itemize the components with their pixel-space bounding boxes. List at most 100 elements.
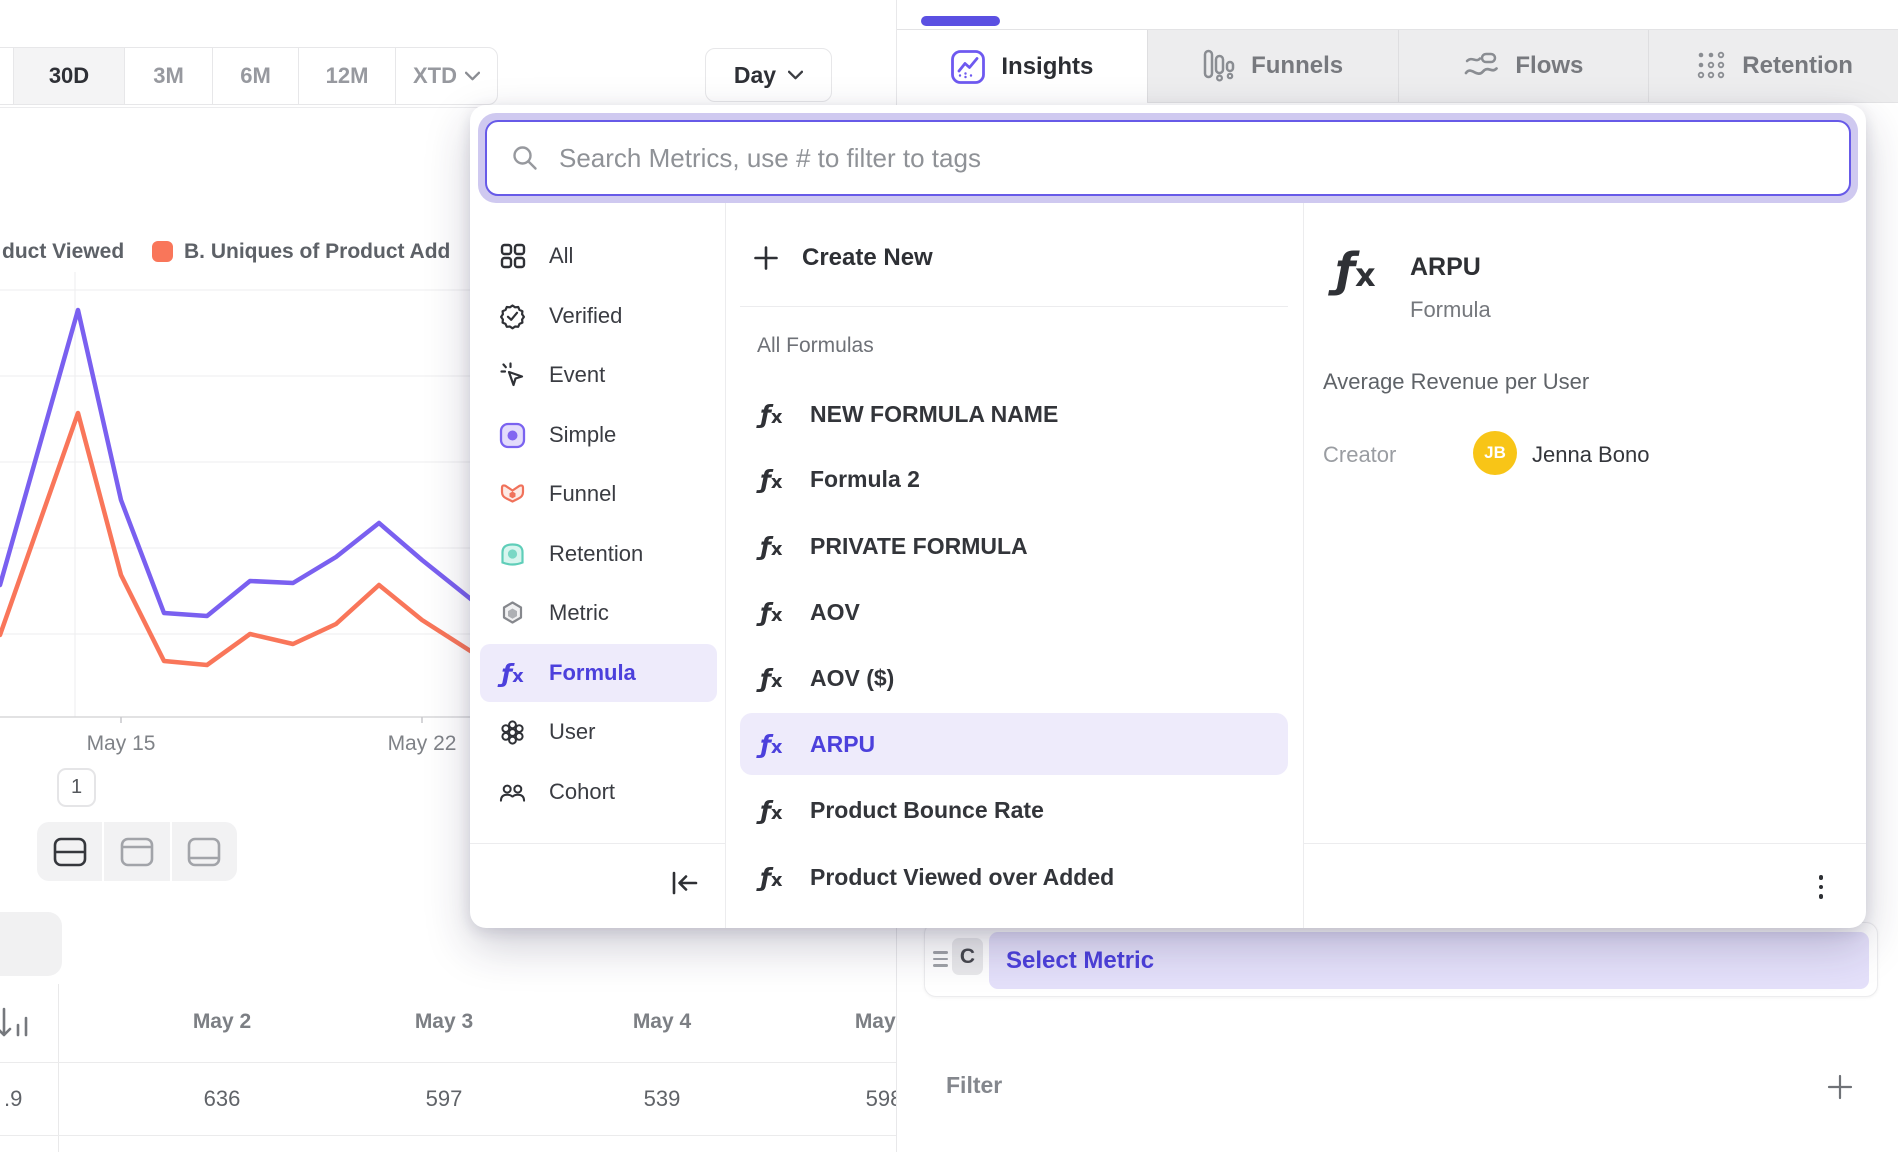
category-verified[interactable]: Verified bbox=[480, 287, 717, 345]
category-event[interactable]: Event bbox=[480, 346, 717, 404]
time-range-30d[interactable]: 30D bbox=[13, 48, 124, 104]
formula-name: Product Bounce Rate bbox=[810, 797, 1044, 824]
search-input[interactable]: Search Metrics, use # to filter to tags bbox=[485, 120, 1851, 196]
formula-item[interactable]: ƒx AOV bbox=[740, 581, 1288, 643]
time-range-6m[interactable]: 6M bbox=[212, 48, 298, 104]
formula-name: NEW FORMULA NAME bbox=[810, 401, 1058, 428]
table-header[interactable]: May 5 bbox=[855, 1010, 896, 1034]
formula-item[interactable]: ƒx Formula 2 bbox=[740, 448, 1288, 510]
collapse-sidebar-button[interactable] bbox=[667, 865, 703, 901]
detail-type-label: Formula bbox=[1410, 297, 1491, 323]
layout-split-button[interactable] bbox=[37, 822, 104, 881]
formula-item[interactable]: ƒx Product Viewed over Added bbox=[740, 846, 1288, 908]
series-line bbox=[0, 310, 472, 616]
list-divider bbox=[740, 306, 1288, 307]
more-options-button[interactable] bbox=[1806, 869, 1836, 905]
layout-top-button[interactable] bbox=[104, 822, 171, 881]
formula-icon: ƒx bbox=[760, 730, 796, 759]
time-range-control: 30D 3M 6M 12M XTD bbox=[0, 47, 498, 105]
filter-section-label: Filter bbox=[946, 1072, 1002, 1099]
formula-icon: ƒx bbox=[760, 532, 796, 561]
time-range-12m[interactable]: 12M bbox=[298, 48, 395, 104]
category-all[interactable]: All bbox=[480, 227, 717, 285]
formula-icon: ƒx bbox=[760, 796, 796, 825]
formula-icon: ƒx bbox=[760, 664, 796, 693]
table-cell: 539 bbox=[644, 1086, 681, 1112]
formula-item[interactable]: ƒx AOV ($) bbox=[740, 647, 1288, 709]
metric-key-badge: C bbox=[952, 938, 983, 975]
time-range-label: 3M bbox=[153, 63, 184, 89]
category-metric[interactable]: Metric bbox=[480, 584, 717, 642]
legend-item-b: B. Uniques of Product Add bbox=[184, 240, 450, 264]
creator-name: Jenna Bono bbox=[1532, 442, 1649, 468]
flows-icon bbox=[1463, 51, 1500, 82]
table-cell: 598 bbox=[866, 1086, 896, 1112]
category-funnel[interactable]: Funnel bbox=[480, 465, 717, 523]
insights-icon bbox=[950, 49, 986, 85]
formula-item[interactable]: ƒx PRIVATE FORMULA bbox=[740, 515, 1288, 577]
breakdown-tab-stub[interactable] bbox=[0, 912, 62, 976]
category-label: Funnel bbox=[549, 481, 616, 507]
formula-name: Product Viewed over Added bbox=[810, 864, 1114, 891]
simple-icon bbox=[499, 422, 526, 449]
tab-retention[interactable]: Retention bbox=[1648, 30, 1898, 102]
layout-bottom-icon bbox=[186, 836, 222, 868]
chevron-down-icon bbox=[465, 71, 480, 81]
category-user[interactable]: User bbox=[480, 703, 717, 761]
drag-handle-icon[interactable] bbox=[933, 951, 948, 969]
formula-item[interactable]: ƒx Product Bounce Rate bbox=[740, 779, 1288, 841]
table-row-label: .9 bbox=[4, 1086, 22, 1112]
formula-name: AOV bbox=[810, 599, 860, 626]
user-icon bbox=[499, 719, 526, 746]
collapsed-panel-indicator[interactable] bbox=[921, 16, 1000, 26]
tab-label: Funnels bbox=[1251, 52, 1343, 80]
app-screen: 30D 3M 6M 12M XTD Day duct Viewed B. Uni… bbox=[0, 0, 1898, 1152]
category-label: Metric bbox=[549, 600, 609, 626]
tab-funnels[interactable]: Funnels bbox=[1147, 30, 1398, 102]
formula-icon: ƒx bbox=[760, 598, 796, 627]
category-cohort[interactable]: Cohort bbox=[480, 763, 717, 821]
layout-bottom-button[interactable] bbox=[172, 822, 237, 881]
add-filter-button[interactable] bbox=[1825, 1072, 1855, 1102]
legend-swatch-b bbox=[152, 241, 173, 262]
detail-description: Average Revenue per User bbox=[1323, 369, 1589, 395]
formula-icon-large: ƒx bbox=[1335, 243, 1376, 297]
formula-item[interactable]: ƒx NEW FORMULA NAME bbox=[740, 383, 1288, 445]
tab-label: Retention bbox=[1742, 52, 1853, 80]
formula-name: AOV ($) bbox=[810, 665, 894, 692]
tab-insights[interactable]: Insights bbox=[897, 30, 1147, 104]
category-formula[interactable]: ƒx Formula bbox=[480, 644, 717, 702]
select-metric-label: Select Metric bbox=[1006, 947, 1154, 975]
funnel-icon bbox=[499, 481, 526, 508]
modal-column-divider bbox=[1303, 203, 1304, 928]
tab-flows[interactable]: Flows bbox=[1398, 30, 1649, 102]
event-icon bbox=[499, 362, 526, 389]
page-number-button[interactable]: 1 bbox=[57, 768, 96, 807]
layout-switcher bbox=[37, 822, 237, 881]
table-header[interactable]: May 4 bbox=[633, 1010, 691, 1034]
avatar: JB bbox=[1473, 431, 1517, 475]
category-label: All bbox=[549, 243, 573, 269]
granularity-dropdown[interactable]: Day bbox=[705, 48, 832, 102]
category-simple[interactable]: Simple bbox=[480, 406, 717, 464]
time-range-3m[interactable]: 3M bbox=[124, 48, 212, 104]
time-range-xtd[interactable]: XTD bbox=[395, 48, 497, 104]
category-retention[interactable]: Retention bbox=[480, 525, 717, 583]
category-label: Event bbox=[549, 362, 605, 388]
table-header[interactable]: May 3 bbox=[415, 1010, 473, 1034]
create-new-button[interactable]: Create New bbox=[725, 228, 1303, 288]
select-metric-button[interactable]: Select Metric bbox=[989, 932, 1869, 989]
sort-descending-icon[interactable] bbox=[0, 1004, 34, 1044]
table-header[interactable]: May 2 bbox=[193, 1010, 251, 1034]
time-range-label: 30D bbox=[49, 63, 89, 89]
time-range-partial[interactable] bbox=[0, 48, 13, 104]
search-placeholder: Search Metrics, use # to filter to tags bbox=[559, 143, 981, 174]
metric-picker-modal: Search Metrics, use # to filter to tags … bbox=[470, 105, 1866, 928]
formula-icon: ƒx bbox=[760, 465, 796, 494]
formula-item-selected[interactable]: ƒx ARPU bbox=[740, 713, 1288, 775]
formula-icon: ƒx bbox=[760, 863, 796, 892]
granularity-label: Day bbox=[734, 62, 776, 89]
formula-name: ARPU bbox=[810, 731, 875, 758]
retention-icon bbox=[1695, 50, 1727, 82]
tab-label: Insights bbox=[1001, 53, 1093, 81]
